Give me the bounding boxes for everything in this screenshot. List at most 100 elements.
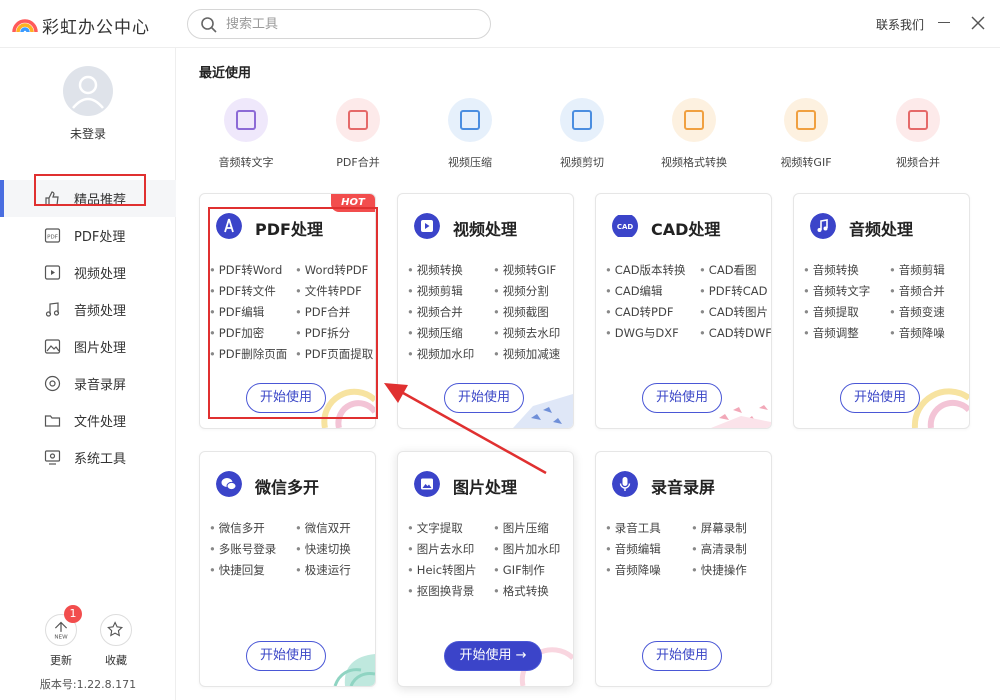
sidebar-item-audio[interactable]: 音频处理	[0, 291, 176, 328]
feature-item[interactable]: 录音工具	[605, 520, 661, 536]
feature-item[interactable]: 微信多开	[209, 520, 265, 536]
feature-item[interactable]: 图片压缩	[493, 520, 549, 536]
wechat-icon	[216, 471, 242, 497]
feature-item[interactable]: CAD看图	[699, 262, 757, 278]
feature-item[interactable]: 视频加水印	[407, 346, 475, 362]
feature-item[interactable]: DWG与DXF	[605, 325, 679, 341]
sidebar: 未登录 精品推荐 PDF PDF处理 视频处理 音频处理 图片处理 录音录屏 文…	[0, 48, 176, 700]
sidebar-item-image[interactable]: 图片处理	[0, 328, 176, 365]
pdf-merge-icon	[336, 98, 380, 142]
recent-item-label: 视频格式转换	[661, 156, 727, 169]
svg-text:PDF: PDF	[47, 235, 58, 241]
feature-item[interactable]: CAD转PDF	[605, 304, 674, 320]
avatar[interactable]	[63, 66, 113, 116]
feature-item[interactable]: CAD编辑	[605, 283, 663, 299]
sidebar-item-label: 录音录屏	[74, 378, 127, 393]
minimize-icon[interactable]	[938, 22, 950, 23]
search-box[interactable]	[187, 9, 491, 39]
feature-item[interactable]: 视频截图	[493, 304, 549, 320]
feature-item[interactable]: GIF制作	[493, 562, 545, 578]
card-cad[interactable]: CAD CAD处理 CAD版本转换 CAD看图 CAD编辑 PDF转CAD CA…	[595, 193, 772, 429]
feature-item[interactable]: 极速运行	[295, 562, 351, 578]
feature-item[interactable]: 音频转换	[803, 262, 859, 278]
version-text: 版本号:1.22.8.171	[39, 678, 137, 691]
feature-item[interactable]: 音频合并	[889, 283, 945, 299]
sidebar-item-label: PDF处理	[74, 230, 126, 245]
feature-item[interactable]: Heic转图片	[407, 562, 477, 578]
feature-item[interactable]: 快捷回复	[209, 562, 265, 578]
music-note-icon	[810, 213, 836, 239]
feature-item[interactable]: 视频转换	[407, 262, 463, 278]
sidebar-item-pdf[interactable]: PDF PDF处理	[0, 217, 176, 254]
feature-item[interactable]: 视频剪辑	[407, 283, 463, 299]
feature-item[interactable]: 音频降噪	[889, 325, 945, 341]
feature-item[interactable]: 抠图换背景	[407, 583, 475, 599]
feature-item[interactable]: 格式转换	[493, 583, 549, 599]
feature-item[interactable]: 多账号登录	[209, 541, 277, 557]
feature-item[interactable]: 视频分割	[493, 283, 549, 299]
feature-item[interactable]: 快捷操作	[691, 562, 747, 578]
recent-item-pdf-merge[interactable]: PDF合并	[308, 98, 408, 170]
feature-item[interactable]: 屏幕录制	[691, 520, 747, 536]
feature-item[interactable]: 视频加减速	[493, 346, 561, 362]
feature-item[interactable]: 视频合并	[407, 304, 463, 320]
card-wechat[interactable]: 微信多开 微信多开 微信双开 多账号登录 快速切换 快捷回复 极速运行 开始使用	[199, 451, 376, 687]
recent-item-video-cut[interactable]: 视频剪切	[532, 98, 632, 170]
contact-us-link[interactable]: 联系我们	[876, 16, 924, 33]
title-bar: 彩虹办公中心 联系我们	[0, 0, 1000, 48]
recent-item-video-compress[interactable]: 视频压缩	[420, 98, 520, 170]
card-image[interactable]: 图片处理 文字提取 图片压缩 图片去水印 图片加水印 Heic转图片 GIF制作…	[397, 451, 574, 687]
update-icon-text: NEW	[54, 634, 68, 640]
pdf-icon: PDF	[44, 228, 61, 243]
update-button[interactable]: NEW 1 更新	[43, 605, 82, 668]
sidebar-item-system[interactable]: 系统工具	[0, 439, 176, 476]
login-status[interactable]: 未登录	[0, 125, 176, 142]
recent-tools: 音频转文字 PDF合并 视频压缩 视频剪切 视频格式转换 视频转GIF 视频合并	[196, 98, 981, 178]
start-button[interactable]: 开始使用	[840, 383, 920, 413]
star-icon	[107, 621, 124, 637]
feature-item[interactable]: 音频提取	[803, 304, 859, 320]
feature-item[interactable]: 音频变速	[889, 304, 945, 320]
feature-item[interactable]: 图片去水印	[407, 541, 475, 557]
start-button[interactable]: 开始使用	[246, 641, 326, 671]
card-audio[interactable]: 音频处理 音频转换 音频剪辑 音频转文字 音频合并 音频提取 音频变速 音频调整…	[793, 193, 970, 429]
feature-item[interactable]: 音频剪辑	[889, 262, 945, 278]
feature-item[interactable]: 微信双开	[295, 520, 351, 536]
feature-item[interactable]: 快速切换	[295, 541, 351, 557]
start-button[interactable]: 开始使用	[642, 641, 722, 671]
feature-item[interactable]: CAD转DWF	[699, 325, 771, 341]
feature-item[interactable]: 视频去水印	[493, 325, 561, 341]
search-input[interactable]	[226, 14, 476, 34]
recent-item-audio-to-text[interactable]: 音频转文字	[196, 98, 296, 170]
favorite-button[interactable]: 收藏	[98, 614, 134, 668]
feature-item[interactable]: 音频编辑	[605, 541, 661, 557]
feature-item[interactable]: 文字提取	[407, 520, 463, 536]
card-title: 微信多开	[255, 478, 320, 497]
sidebar-item-record[interactable]: 录音录屏	[0, 365, 176, 402]
feature-item[interactable]: 视频压缩	[407, 325, 463, 341]
start-button[interactable]: 开始使用 →	[444, 641, 542, 671]
sidebar-item-video[interactable]: 视频处理	[0, 254, 176, 291]
feature-item[interactable]: 音频转文字	[803, 283, 871, 299]
recent-item-video-format[interactable]: 视频格式转换	[644, 98, 744, 170]
recent-item-video-gif[interactable]: 视频转GIF	[756, 98, 856, 170]
close-icon[interactable]	[970, 15, 986, 31]
feature-item[interactable]: 音频降噪	[605, 562, 661, 578]
feature-item[interactable]: 图片加水印	[493, 541, 561, 557]
sidebar-item-file[interactable]: 文件处理	[0, 402, 176, 439]
pdf-card-highlight-box	[208, 207, 378, 419]
recent-item-label: 视频压缩	[448, 156, 492, 169]
feature-item[interactable]: 视频转GIF	[493, 262, 556, 278]
feature-item[interactable]: CAD转图片	[699, 304, 768, 320]
recent-item-video-merge[interactable]: 视频合并	[868, 98, 968, 170]
cad-icon-text: CAD	[617, 223, 634, 231]
feature-item[interactable]: CAD版本转换	[605, 262, 686, 278]
feature-item[interactable]: 音频调整	[803, 325, 859, 341]
start-button[interactable]: 开始使用	[642, 383, 722, 413]
feature-item[interactable]: 高清录制	[691, 541, 747, 557]
card-title: 音频处理	[849, 220, 914, 239]
folder-icon	[44, 415, 61, 427]
card-record[interactable]: 录音录屏 录音工具 屏幕录制 音频编辑 高清录制 音频降噪 快捷操作 开始使用	[595, 451, 772, 687]
recent-item-label: 音频转文字	[218, 156, 274, 169]
feature-item[interactable]: PDF转CAD	[699, 283, 768, 299]
